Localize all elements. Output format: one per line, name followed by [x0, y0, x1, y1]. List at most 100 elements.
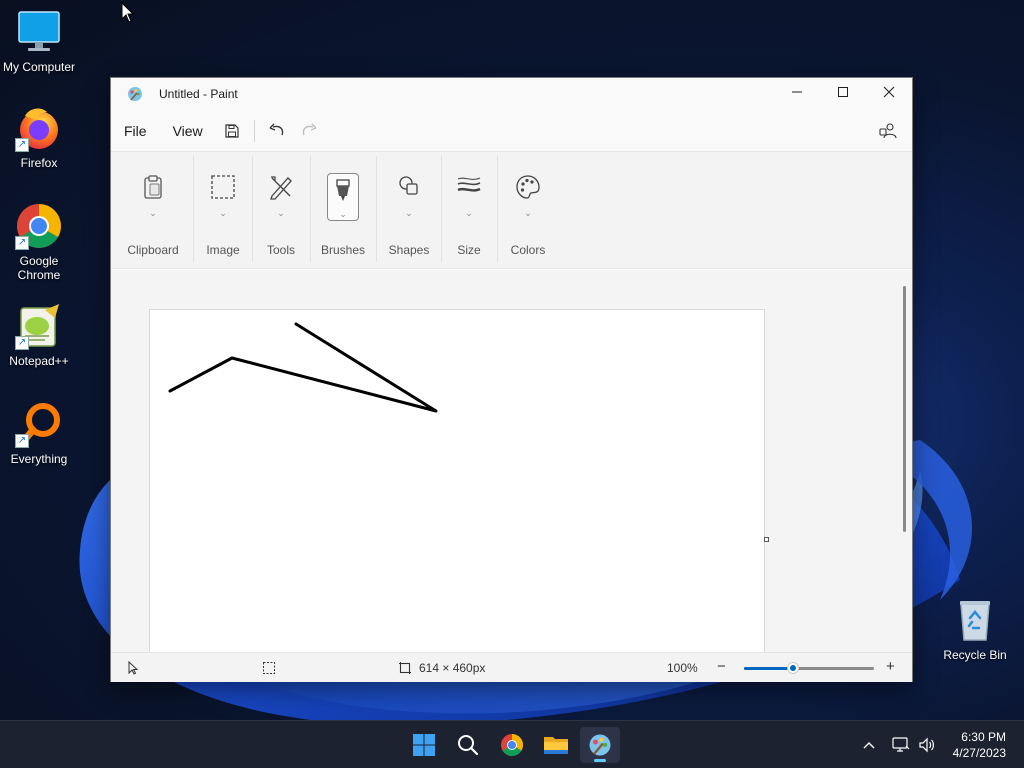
shapes-icon — [399, 176, 418, 195]
close-button[interactable] — [866, 78, 912, 108]
minimize-button[interactable] — [774, 78, 820, 108]
canvas-workspace — [111, 270, 912, 652]
desktop-icon-label: Everything — [10, 452, 68, 466]
volume-button[interactable] — [914, 737, 940, 753]
paint-icon — [589, 734, 611, 756]
ribbon-group-label: Brushes — [320, 243, 366, 257]
ribbon-group-shapes[interactable]: ⌄ Shapes — [378, 152, 440, 270]
chevron-down-icon: ⌄ — [524, 208, 532, 218]
desktop-icon-notepadpp[interactable]: ↗ Notepad++ — [0, 302, 78, 368]
palette-icon — [516, 175, 540, 199]
canvas-size-label: 614 × 460px — [419, 661, 486, 675]
ribbon-group-label: Shapes — [388, 243, 430, 257]
ribbon-group-tools[interactable]: ⌄ Tools — [253, 152, 309, 270]
status-bar: 614 × 460px 100% − + — [111, 652, 912, 682]
brush-icon — [336, 179, 350, 201]
desktop-icon-label: My Computer — [2, 60, 76, 74]
redo-icon — [302, 123, 317, 136]
menu-bar: File View — [111, 112, 912, 150]
save-button[interactable] — [216, 115, 248, 147]
maximize-button[interactable] — [820, 78, 866, 108]
drawn-stroke — [168, 322, 438, 413]
ribbon-group-label: Clipboard — [127, 243, 179, 257]
desktop-icon-my-computer[interactable]: My Computer — [0, 8, 78, 74]
desktop-icon-google-chrome[interactable]: ↗ Google Chrome — [0, 202, 78, 282]
ribbon-separator — [310, 156, 311, 262]
undo-icon — [269, 123, 283, 136]
firefox-icon: ↗ — [15, 104, 63, 152]
ribbon-group-clipboard[interactable]: ⌄ Clipboard — [119, 152, 187, 270]
chevron-down-icon: ⌄ — [277, 208, 285, 218]
ribbon-group-colors[interactable]: ⌄ Colors — [499, 152, 557, 270]
ribbon-separator — [497, 156, 498, 262]
chevron-up-icon — [863, 742, 875, 749]
ribbon-separator — [376, 156, 377, 262]
vertical-scrollbar[interactable] — [903, 286, 906, 532]
search-icon — [458, 735, 479, 756]
chrome-icon: ↗ — [15, 202, 63, 250]
zoom-in-button[interactable]: + — [886, 658, 895, 675]
menu-file[interactable]: File — [111, 115, 160, 147]
ribbon-group-label: Image — [206, 243, 240, 257]
minimize-icon — [791, 85, 803, 101]
network-icon — [892, 737, 910, 752]
account-button[interactable] — [872, 115, 904, 147]
zoom-slider-thumb[interactable] — [787, 662, 800, 674]
ribbon-group-size[interactable]: ⌄ Size — [443, 152, 495, 270]
cursor-position-icon — [128, 661, 139, 675]
shortcut-arrow-icon: ↗ — [15, 236, 29, 250]
desktop-icon-everything[interactable]: ↗ Everything — [0, 400, 78, 466]
ribbon-toolbar: ⌄ Clipboard ⌄ Image ⌄ Tools ⌄ Brushes ⌄ … — [111, 151, 912, 269]
mouse-cursor-icon — [121, 2, 135, 23]
clock-time: 6:30 PM — [961, 730, 1006, 744]
taskbar-chrome-button[interactable] — [492, 727, 532, 763]
shortcut-arrow-icon: ↗ — [15, 336, 29, 350]
undo-button[interactable] — [261, 115, 293, 147]
notepadpp-icon: ↗ — [15, 302, 63, 350]
chevron-down-icon: ⌄ — [219, 208, 227, 218]
redo-button[interactable] — [293, 115, 325, 147]
selection-icon — [211, 175, 235, 199]
desktop-icon-recycle-bin[interactable]: Recycle Bin — [936, 596, 1014, 662]
taskbar-paint-button[interactable] — [580, 727, 620, 763]
ribbon-group-image[interactable]: ⌄ Image — [195, 152, 251, 270]
chevron-down-icon: ⌄ — [405, 208, 413, 218]
ribbon-group-label: Size — [457, 243, 481, 257]
show-hidden-icons-button[interactable] — [858, 741, 880, 749]
title-bar[interactable]: Untitled - Paint — [111, 78, 912, 110]
canvas-size-icon — [399, 662, 411, 674]
paint-window: Untitled - Paint File View ⌄ Clipboard ⌄… — [110, 77, 913, 682]
zoom-out-button[interactable]: − — [717, 658, 726, 675]
pencil-tools-icon — [270, 176, 292, 200]
ribbon-separator — [193, 156, 194, 262]
clipboard-icon — [144, 175, 162, 199]
window-title: Untitled - Paint — [159, 87, 238, 101]
taskbar-clock[interactable]: 6:30 PM 4/27/2023 — [953, 729, 1006, 761]
save-icon — [225, 124, 239, 138]
recycle-bin-icon — [951, 596, 999, 644]
desktop-icon-firefox[interactable]: ↗ Firefox — [0, 104, 78, 170]
selection-size-icon — [263, 662, 275, 674]
menu-view[interactable]: View — [160, 115, 216, 147]
ribbon-group-label: Tools — [266, 243, 295, 257]
desktop-icon-label: Notepad++ — [9, 354, 69, 368]
monitor-icon — [15, 8, 63, 56]
chevron-down-icon: ⌄ — [339, 209, 347, 219]
canvas-resize-handle[interactable] — [764, 537, 769, 542]
account-icon — [879, 123, 897, 139]
zoom-level-label[interactable]: 100% — [667, 661, 698, 675]
taskbar-search-button[interactable] — [448, 727, 488, 763]
zoom-slider-fill — [744, 667, 794, 670]
taskbar: 6:30 PM 4/27/2023 — [0, 720, 1024, 768]
start-icon — [413, 734, 435, 756]
taskbar-file-explorer-button[interactable] — [536, 727, 576, 763]
ribbon-group-brushes[interactable]: ⌄ Brushes — [312, 152, 374, 270]
drawing-canvas[interactable] — [149, 309, 765, 652]
paint-app-icon — [128, 87, 142, 101]
everything-search-icon: ↗ — [15, 400, 63, 448]
menu-separator — [253, 120, 255, 142]
network-button[interactable] — [888, 737, 914, 753]
zoom-slider[interactable] — [744, 662, 874, 674]
taskbar-start-button[interactable] — [404, 727, 444, 763]
close-icon — [883, 85, 895, 101]
